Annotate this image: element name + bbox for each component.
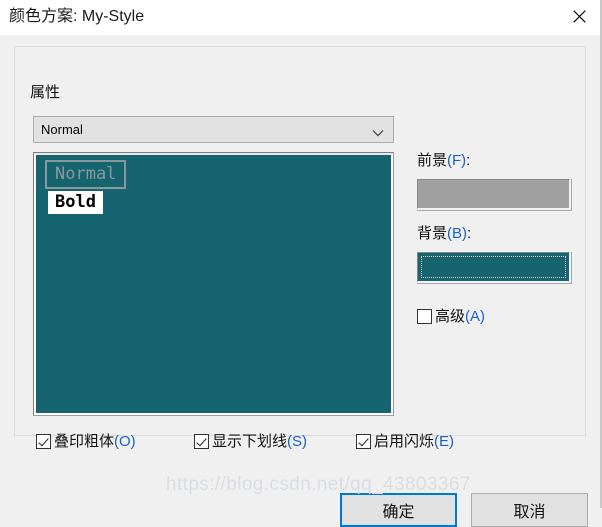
checkbox-bold-overstrike-label: 叠印粗体(O)	[54, 433, 136, 450]
cancel-button[interactable]: 取消	[471, 493, 588, 527]
foreground-label: 前景(F):	[417, 152, 470, 170]
background-label-text: 背景	[417, 225, 448, 242]
attributes-groupbox-label: 属性	[26, 84, 66, 101]
ok-button[interactable]: 确定	[340, 493, 457, 527]
checkbox-bold-overstrike-box	[36, 434, 51, 449]
checkbox-advanced-box	[417, 309, 432, 324]
foreground-swatch-frame	[417, 179, 572, 211]
checkbox-enable-blink[interactable]: 启用闪烁(E)	[356, 433, 454, 450]
background-label-accel: (B)	[447, 225, 468, 242]
color-preview-pane[interactable]: Normal Bold	[33, 152, 394, 416]
foreground-label-text: 前景	[417, 152, 448, 169]
close-icon[interactable]	[556, 0, 602, 33]
checkbox-advanced[interactable]: 高级(A)	[417, 308, 485, 325]
preview-sample-bold: Bold	[48, 191, 103, 214]
chevron-down-icon	[372, 125, 384, 137]
color-scheme-dialog: 颜色方案: My-Style 属性 Normal Normal Bold 前景(…	[0, 0, 602, 527]
checkbox-show-underline[interactable]: 显示下划线(S)	[194, 433, 307, 450]
page-title: 颜色方案: My-Style	[9, 8, 145, 25]
title-bar: 颜色方案: My-Style	[0, 0, 602, 35]
background-swatch-frame	[417, 252, 572, 284]
background-label-colon: :	[467, 225, 472, 242]
color-preview-bevel: Normal Bold	[34, 153, 393, 415]
dialog-client-area: 属性 Normal Normal Bold 前景(F): 背景(B): 高级(A…	[0, 35, 602, 527]
attribute-select[interactable]: Normal	[33, 116, 394, 143]
checkbox-enable-blink-box	[356, 434, 371, 449]
background-color-swatch[interactable]	[417, 252, 570, 282]
checkbox-show-underline-label: 显示下划线(S)	[212, 433, 308, 450]
foreground-label-accel: (F)	[447, 152, 467, 169]
foreground-label-colon: :	[466, 152, 471, 169]
attribute-select-value: Normal	[41, 122, 83, 137]
foreground-color-swatch[interactable]	[417, 179, 570, 209]
background-swatch-focus-ring	[421, 256, 566, 278]
background-label: 背景(B):	[417, 225, 471, 243]
checkbox-bold-overstrike[interactable]: 叠印粗体(O)	[36, 433, 136, 450]
preview-sample-normal: Normal	[45, 160, 127, 189]
checkbox-enable-blink-label: 启用闪烁(E)	[374, 433, 455, 450]
color-preview-surface: Normal Bold	[36, 155, 391, 413]
checkbox-show-underline-box	[194, 434, 209, 449]
checkbox-advanced-label: 高级(A)	[435, 308, 486, 325]
